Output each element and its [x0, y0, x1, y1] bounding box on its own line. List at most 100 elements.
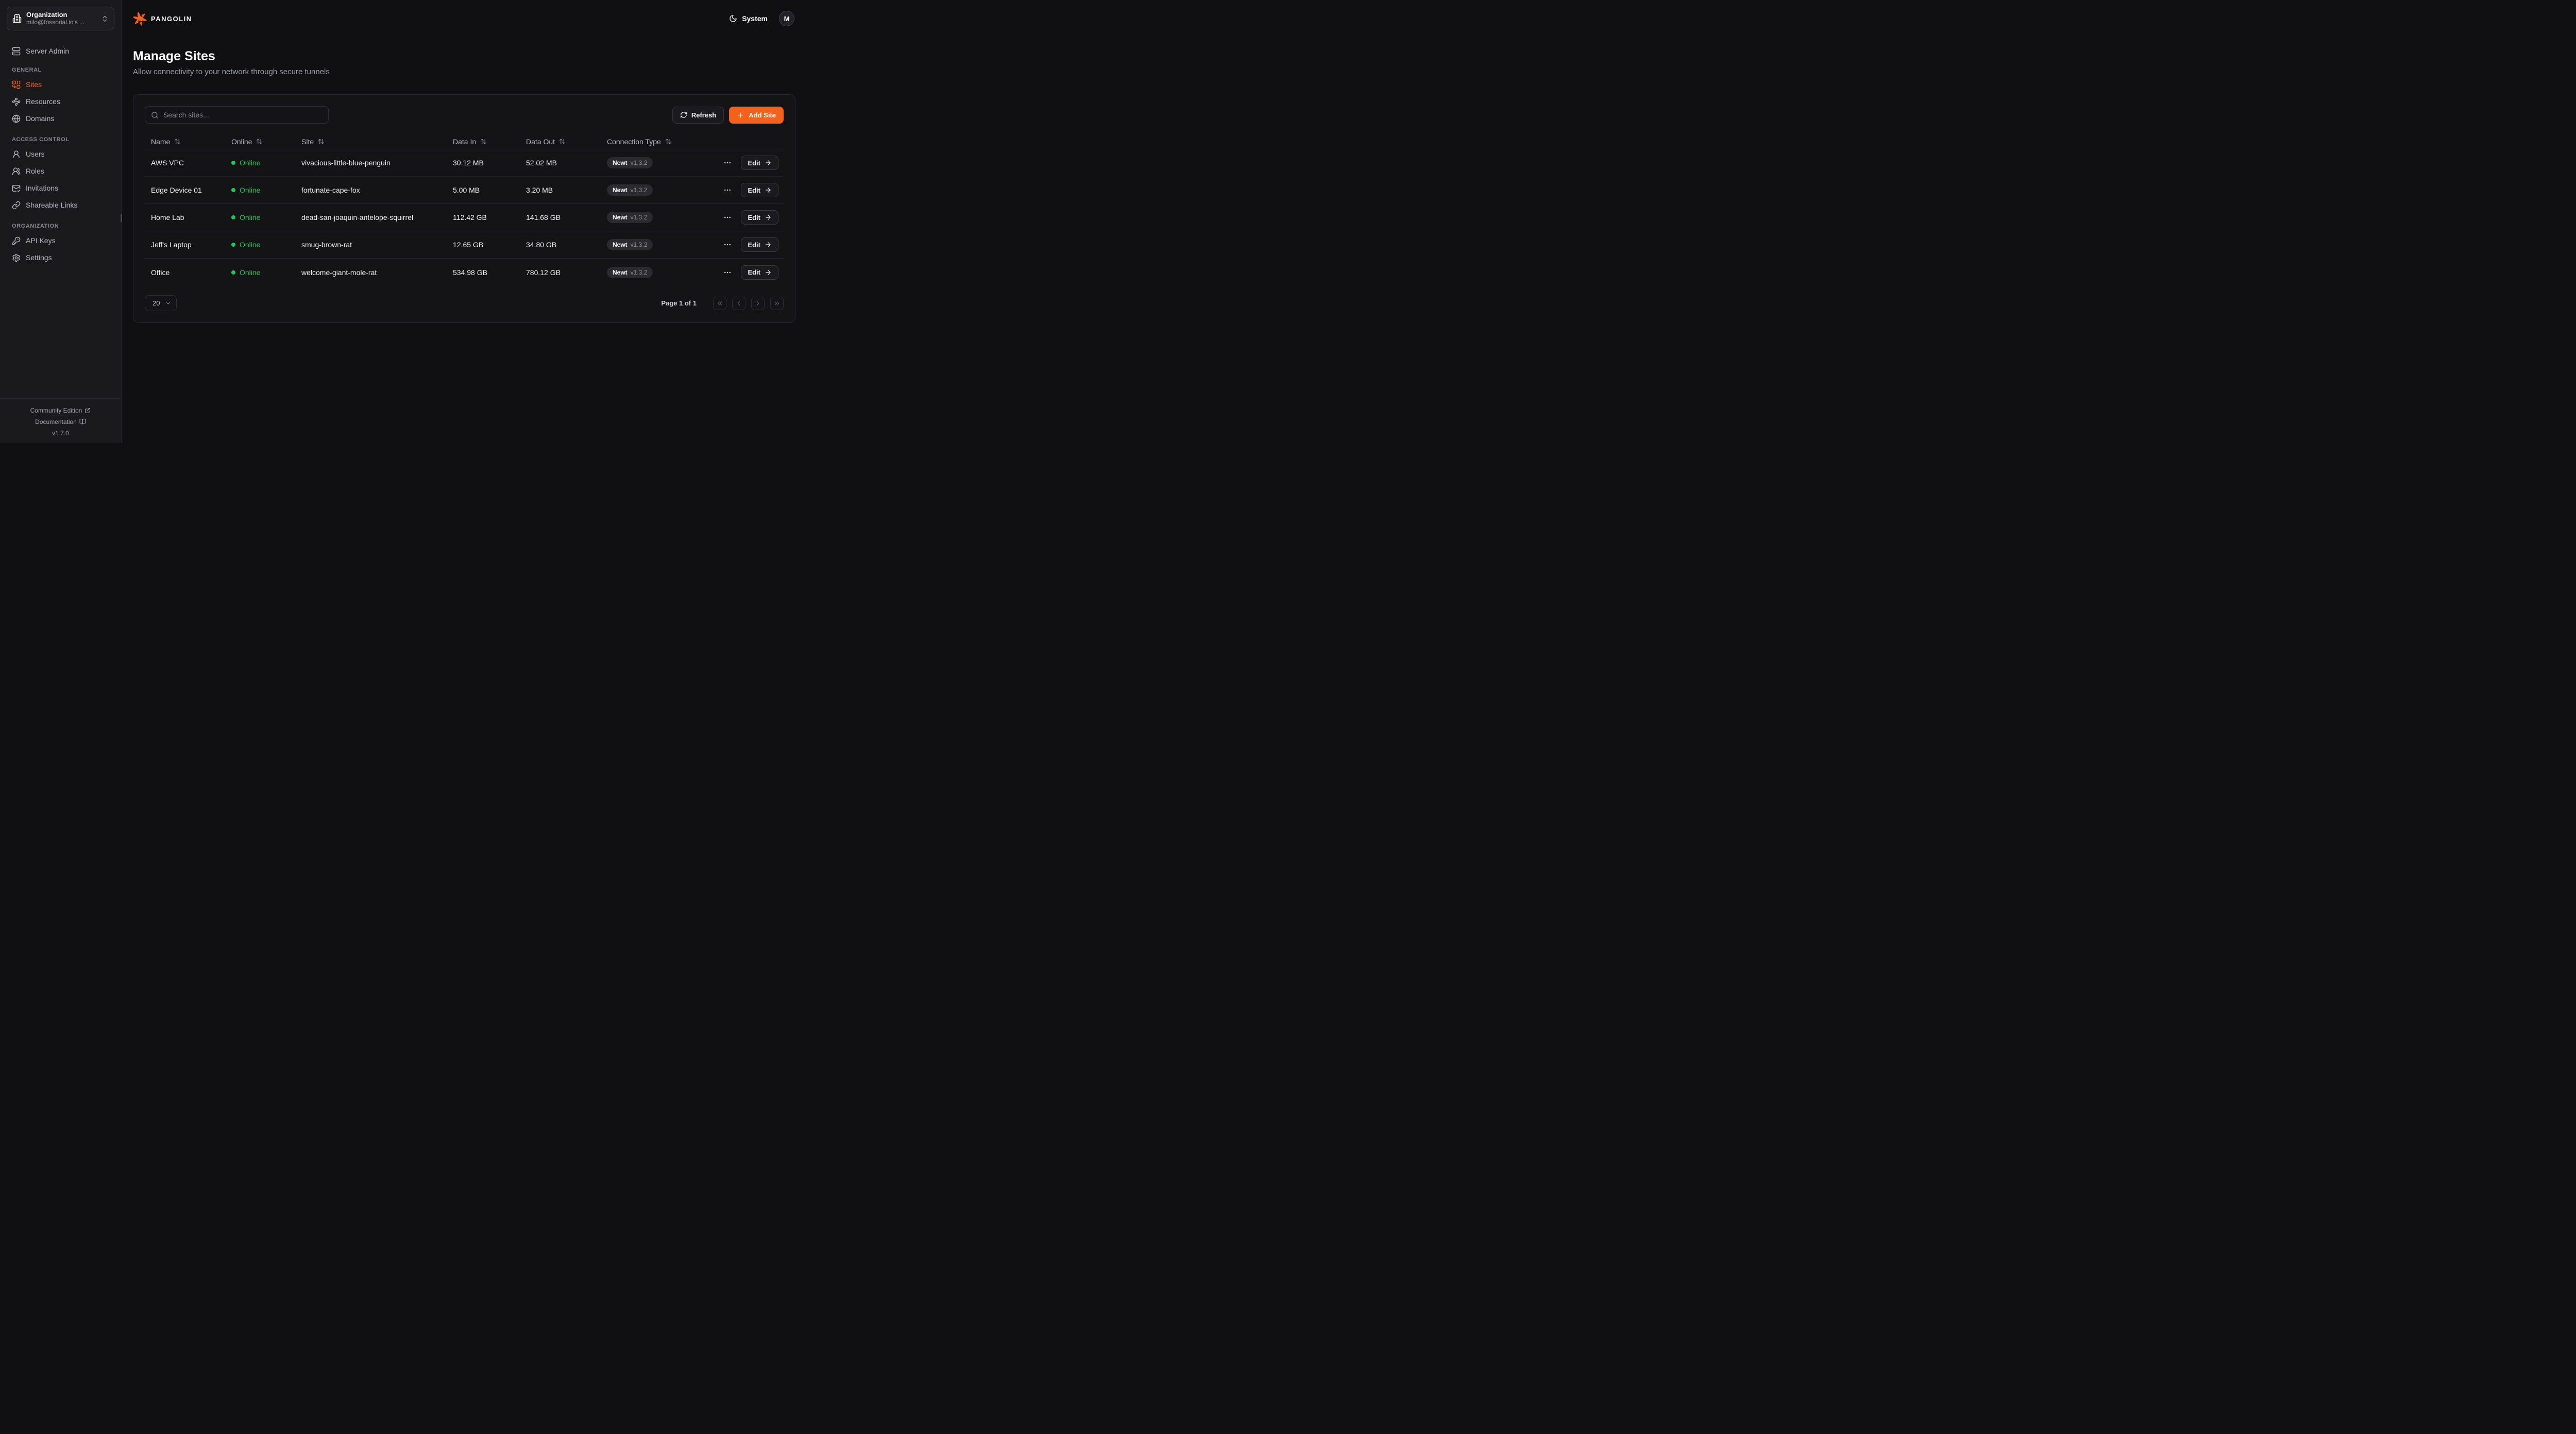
first-page-button[interactable] — [713, 297, 726, 310]
moon-icon — [729, 14, 737, 23]
next-page-button[interactable] — [751, 297, 765, 310]
cell-data-in: 30.12 MB — [453, 159, 526, 167]
sites-card: Refresh Add Site Name Online Site Data I… — [133, 94, 795, 323]
chevrons-right-icon — [773, 300, 781, 307]
sidebar-item-users[interactable]: Users — [7, 146, 114, 162]
search-input[interactable] — [163, 111, 323, 119]
org-selector[interactable]: Organization milo@fossorial.io's ... — [7, 7, 114, 30]
building-icon — [12, 14, 22, 23]
page-size-select[interactable]: 20 — [145, 295, 177, 311]
sidebar-item-label: Settings — [26, 253, 52, 262]
sort-icon — [174, 138, 181, 145]
column-header-online[interactable]: Online — [231, 138, 301, 146]
edit-button[interactable]: Edit — [741, 156, 778, 170]
sidebar-item-shareable-links[interactable]: Shareable Links — [7, 197, 114, 213]
user-icon — [12, 150, 21, 159]
sidebar-item-domains[interactable]: Domains — [7, 111, 114, 126]
column-header-data-out[interactable]: Data Out — [526, 138, 607, 146]
page-subtitle: Allow connectivity to your network throu… — [133, 67, 796, 77]
chevron-left-icon — [735, 300, 742, 307]
row-menu-button[interactable] — [723, 159, 732, 167]
org-selector-value: milo@fossorial.io's ... — [26, 19, 96, 26]
sidebar-item-api-keys[interactable]: API Keys — [7, 233, 114, 248]
table-header-row: Name Online Site Data In Data Out Connec… — [145, 134, 784, 149]
sidebar-item-resources[interactable]: Resources — [7, 94, 114, 109]
sort-icon — [559, 138, 566, 145]
cell-name: Edge Device 01 — [145, 186, 231, 194]
gear-icon — [12, 253, 21, 262]
documentation-link[interactable]: Documentation — [0, 416, 121, 428]
online-dot — [231, 188, 235, 192]
cell-data-in: 534.98 GB — [453, 268, 526, 277]
column-header-data-in[interactable]: Data In — [453, 138, 526, 146]
sidebar-item-label: Server Admin — [26, 47, 69, 55]
column-header-name[interactable]: Name — [145, 138, 231, 146]
mail-check-icon — [12, 184, 21, 193]
connection-badge: Newtv1.3.2 — [607, 157, 653, 168]
resources-icon — [12, 97, 21, 106]
book-icon — [79, 418, 86, 425]
sidebar-item-settings[interactable]: Settings — [7, 250, 114, 265]
table-row: Jeff's Laptop Online smug-brown-rat 12.6… — [145, 231, 784, 259]
row-menu-button[interactable] — [723, 186, 732, 194]
search-box — [145, 106, 329, 124]
cell-data-out: 780.12 GB — [526, 268, 607, 277]
cell-connection-type: Newtv1.3.2 — [607, 212, 689, 223]
external-link-icon — [84, 407, 91, 414]
arrow-right-icon — [765, 159, 772, 166]
table-row: AWS VPC Online vivacious-little-blue-pen… — [145, 149, 784, 177]
cell-data-in: 112.42 GB — [453, 213, 526, 221]
link-icon — [12, 201, 21, 210]
row-menu-button[interactable] — [723, 268, 732, 277]
add-site-button[interactable]: Add Site — [729, 107, 784, 124]
cell-online: Online — [231, 268, 301, 277]
table-row: Edge Device 01 Online fortunate-cape-fox… — [145, 177, 784, 204]
sidebar-item-label: Domains — [26, 114, 54, 123]
plus-icon — [737, 111, 744, 119]
avatar[interactable]: M — [779, 11, 794, 26]
sort-icon — [480, 138, 487, 145]
cell-data-out: 3.20 MB — [526, 186, 607, 194]
server-icon — [12, 47, 21, 56]
sidebar-item-server-admin[interactable]: Server Admin — [7, 43, 114, 59]
online-dot — [231, 161, 235, 165]
arrow-right-icon — [765, 214, 772, 221]
edit-button[interactable]: Edit — [741, 210, 778, 225]
theme-toggle[interactable]: System — [729, 14, 768, 23]
sites-icon — [12, 80, 21, 89]
topbar: PANGOLIN System M — [122, 0, 808, 37]
connection-badge: Newtv1.3.2 — [607, 212, 653, 223]
main-content: PANGOLIN System M Manage Sites Allow con… — [122, 0, 808, 443]
sidebar-item-label: Invitations — [26, 184, 58, 192]
sidebar-scrollbar[interactable] — [121, 214, 122, 222]
cell-site: smug-brown-rat — [301, 241, 453, 249]
cell-connection-type: Newtv1.3.2 — [607, 184, 689, 196]
community-edition-link[interactable]: Community Edition — [0, 405, 121, 416]
cell-online: Online — [231, 241, 301, 249]
cell-data-in: 12.65 GB — [453, 241, 526, 249]
app-root: Organization milo@fossorial.io's ... Ser… — [0, 0, 808, 443]
column-header-site[interactable]: Site — [301, 138, 453, 146]
prev-page-button[interactable] — [732, 297, 745, 310]
row-menu-button[interactable] — [723, 213, 732, 221]
key-icon — [12, 236, 21, 245]
row-menu-button[interactable] — [723, 241, 732, 249]
pagination-bar: 20 Page 1 of 1 — [145, 295, 784, 311]
cell-connection-type: Newtv1.3.2 — [607, 239, 689, 250]
sidebar-item-roles[interactable]: Roles — [7, 163, 114, 179]
sidebar-item-sites[interactable]: Sites — [7, 77, 114, 92]
refresh-button[interactable]: Refresh — [672, 107, 724, 124]
connection-badge: Newtv1.3.2 — [607, 267, 653, 278]
edit-button[interactable]: Edit — [741, 237, 778, 252]
last-page-button[interactable] — [770, 297, 784, 310]
theme-label: System — [742, 14, 768, 23]
column-header-connection-type[interactable]: Connection Type — [607, 138, 689, 146]
cell-data-out: 34.80 GB — [526, 241, 607, 249]
cell-online: Online — [231, 213, 301, 221]
edit-button[interactable]: Edit — [741, 265, 778, 280]
chevron-right-icon — [754, 300, 761, 307]
edit-button[interactable]: Edit — [741, 183, 778, 197]
chevrons-up-down-icon — [101, 15, 109, 23]
sidebar-item-label: Sites — [26, 80, 42, 89]
sidebar-item-invitations[interactable]: Invitations — [7, 180, 114, 196]
